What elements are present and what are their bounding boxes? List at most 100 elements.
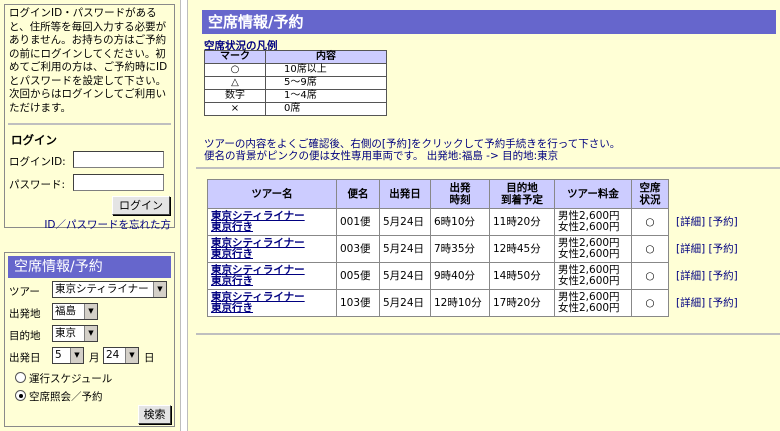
date-cell: 5月24日	[379, 289, 431, 317]
notice-line-2: 便名の背景がピンクの便は女性専用車両です。 出発地:福島 -> 目的地:東京	[204, 150, 559, 162]
tour-name-link[interactable]: 東京シティライナー 東京行き	[207, 262, 337, 290]
login-heading: ログイン	[11, 133, 57, 147]
destination-select[interactable]: 東京 ▼	[52, 325, 98, 342]
tour-name-link[interactable]: 東京シティライナー 東京行き	[207, 289, 337, 317]
legend-row: △ 5～9席	[204, 76, 387, 90]
destination-select-value: 東京	[55, 327, 76, 339]
tour-select[interactable]: 東京シティライナー ▼	[52, 281, 167, 298]
reserve-link[interactable]: [予約]	[709, 216, 738, 228]
flight-cell: 003便	[336, 235, 380, 263]
legend-mark: 数字	[204, 89, 266, 103]
radio-schedule-label: 運行スケジュール	[29, 373, 113, 385]
reserve-link[interactable]: [予約]	[709, 270, 738, 282]
legend-mark: △	[204, 76, 266, 90]
header-tour: ツアー名	[207, 179, 337, 209]
legend-mark: ○	[204, 63, 266, 77]
password-input[interactable]	[73, 174, 164, 191]
reserve-link[interactable]: [予約]	[709, 243, 738, 255]
legend-header-content: 内容	[265, 50, 387, 64]
depart-cell: 7時35分	[430, 235, 490, 263]
instructions-notice: ツアーの内容をよくご確認後、右側の[予約]をクリックして予約手続きを行って下さい…	[204, 138, 774, 162]
detail-link[interactable]: [詳細]	[676, 216, 705, 228]
forgot-password-link[interactable]: ID／パスワードを忘れた方	[44, 217, 171, 232]
frame-divider[interactable]	[180, 0, 188, 431]
detail-link[interactable]: [詳細]	[676, 243, 705, 255]
arrive-cell: 11時20分	[489, 208, 555, 236]
tour-name-link[interactable]: 東京シティライナー 東京行き	[207, 235, 337, 263]
flight-cell: 005便	[336, 262, 380, 290]
chevron-down-icon: ▼	[70, 348, 83, 363]
password-label: パスワード:	[9, 179, 66, 191]
arrive-cell: 17時20分	[489, 289, 555, 317]
table-row: 東京シティライナー 東京行き 001便 5月24日 6時10分 11時20分 男性…	[207, 208, 742, 236]
radio-schedule[interactable]: 運行スケジュール	[15, 371, 112, 386]
legend-mark: ×	[204, 102, 266, 116]
radio-seat-inquiry[interactable]: 空席照会／予約	[15, 389, 103, 404]
day-select-value: 24	[106, 349, 120, 361]
fare-cell: 男性2,600円 女性2,600円	[554, 235, 632, 263]
tour-label: ツアー	[9, 286, 40, 298]
table-row: 東京シティライナー 東京行き 103便 5月24日 12時10分 17時20分 男…	[207, 289, 742, 317]
detail-link[interactable]: [詳細]	[676, 297, 705, 309]
login-notice: ログインID・パスワードがあると、住所等を毎回入力する必要がありません。お持ちの…	[9, 7, 168, 114]
divider	[8, 123, 171, 125]
fare-cell: 男性2,600円 女性2,600円	[554, 289, 632, 317]
legend-desc: 10席以上	[265, 63, 387, 77]
seat-status-cell: ○	[631, 262, 669, 290]
day-unit: 日	[144, 352, 155, 364]
day-select[interactable]: 24 ▼	[103, 347, 139, 364]
row-actions: [詳細] [予約]	[669, 236, 742, 263]
departure-select[interactable]: 福島 ▼	[52, 303, 98, 320]
detail-link[interactable]: [詳細]	[676, 270, 705, 282]
legend-row: × 0席	[204, 102, 387, 116]
header-depart: 出発 時刻	[430, 179, 490, 209]
departure-label: 出発地	[9, 308, 41, 320]
depart-cell: 6時10分	[430, 208, 490, 236]
sidebar: ログインID・パスワードがあると、住所等を毎回入力する必要がありません。お持ちの…	[0, 0, 180, 431]
radio-checked-icon[interactable]	[15, 390, 26, 401]
reserve-link[interactable]: [予約]	[709, 297, 738, 309]
flight-cell: 001便	[336, 208, 380, 236]
legend-row: 数字 1～4席	[204, 89, 387, 103]
header-flight: 便名	[336, 179, 380, 209]
arrive-cell: 12時45分	[489, 235, 555, 263]
month-select-value: 5	[55, 349, 62, 361]
tour-table-header: ツアー名 便名 出発日 出発 時刻 目的地 到着予定 ツアー料金 空席 状況	[207, 179, 742, 209]
search-panel: 空席情報/予約 ツアー 東京シティライナー ▼ 出発地 福島 ▼ 目的地 東京 …	[4, 252, 175, 427]
row-actions: [詳細] [予約]	[669, 209, 742, 236]
login-button[interactable]: ログイン	[112, 196, 170, 215]
tour-name-link[interactable]: 東京シティライナー 東京行き	[207, 208, 337, 236]
login-id-label: ログインID:	[9, 156, 66, 168]
login-id-input[interactable]	[73, 151, 164, 168]
radio-icon[interactable]	[15, 372, 26, 383]
notice-line-1: ツアーの内容をよくご確認後、右側の[予約]をクリックして予約手続きを行って下さい…	[204, 138, 621, 150]
flight-cell: 103便	[336, 289, 380, 317]
seat-status-cell: ○	[631, 289, 669, 317]
depart-cell: 12時10分	[430, 289, 490, 317]
fare-cell: 男性2,600円 女性2,600円	[554, 208, 632, 236]
fare-cell: 男性2,600円 女性2,600円	[554, 262, 632, 290]
table-row: 東京シティライナー 東京行き 003便 5月24日 7時35分 12時45分 男性…	[207, 235, 742, 263]
page-title: 空席情報/予約	[202, 10, 776, 34]
destination-label: 目的地	[9, 330, 41, 342]
month-select[interactable]: 5 ▼	[52, 347, 84, 364]
header-arrive: 目的地 到着予定	[489, 179, 555, 209]
date-label: 出発日	[9, 352, 41, 364]
search-button[interactable]: 検索	[138, 405, 171, 424]
arrive-cell: 14時50分	[489, 262, 555, 290]
main-content: 空席情報/予約 空席状況の凡例 マーク 内容 ○ 10席以上 △ 5～9席 数字…	[196, 0, 780, 431]
chevron-down-icon: ▼	[84, 304, 97, 319]
login-panel: ログインID・パスワードがあると、住所等を毎回入力する必要がありません。お持ちの…	[4, 4, 175, 231]
chevron-down-icon: ▼	[84, 326, 97, 341]
legend-row: ○ 10席以上	[204, 63, 387, 77]
chevron-down-icon: ▼	[153, 282, 166, 297]
legend-desc: 5～9席	[265, 76, 387, 90]
month-unit: 月	[89, 352, 100, 364]
legend-table: マーク 内容 ○ 10席以上 △ 5～9席 数字 1～4席 × 0席	[204, 50, 387, 116]
seat-status-cell: ○	[631, 235, 669, 263]
radio-seat-label: 空席照会／予約	[29, 391, 103, 403]
tour-select-value: 東京シティライナー	[55, 283, 149, 295]
divider	[196, 333, 780, 335]
chevron-down-icon: ▼	[125, 348, 138, 363]
legend-desc: 1～4席	[265, 89, 387, 103]
